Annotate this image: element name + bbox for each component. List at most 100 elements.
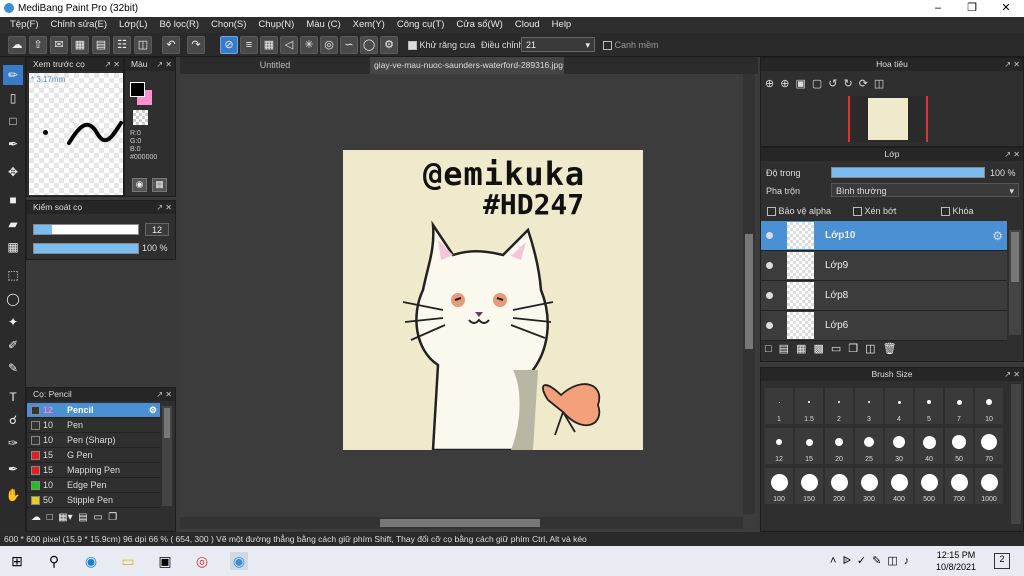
settings-icon[interactable]: ⚙	[380, 36, 398, 54]
gradient-tool-icon[interactable]: ▦	[3, 237, 23, 257]
brush-item-pen-sharp[interactable]: 10 Pen (Sharp)	[27, 433, 160, 448]
add-layer-menu-icon[interactable]: ▩	[813, 343, 830, 355]
clipping-toggle[interactable]: Xén bớt	[853, 206, 896, 217]
layer-row-6[interactable]: Lớp6	[761, 311, 1007, 341]
fit-window-icon[interactable]: ▣	[795, 78, 811, 90]
panel-controls-icon[interactable]: ↗ ✕	[156, 58, 172, 71]
brush-size-scrollbar[interactable]	[1011, 384, 1021, 524]
menu-help[interactable]: Help	[546, 17, 578, 33]
share-icon[interactable]: ⇧	[29, 36, 47, 54]
protect-alpha-toggle[interactable]: Bảo vệ alpha	[767, 206, 831, 217]
brush-item-g-pen[interactable]: 15 G Pen	[27, 448, 160, 463]
antialias-checkbox[interactable]	[408, 41, 417, 51]
visibility-icon[interactable]	[766, 322, 773, 329]
visibility-icon[interactable]	[766, 232, 773, 239]
lock-checkbox[interactable]	[941, 207, 950, 217]
page-icon[interactable]: ▤	[92, 36, 110, 54]
layer-row-10[interactable]: Lớp10 ⚙	[761, 221, 1007, 251]
menu-snap[interactable]: Chụp(N)	[252, 17, 300, 33]
new-8bit-layer-icon[interactable]: ▦	[796, 343, 813, 355]
snap-toggle[interactable]: Canh mềm	[603, 40, 659, 51]
network-icon[interactable]: ◫	[887, 555, 903, 567]
folder-icon[interactable]: ▭	[93, 512, 102, 523]
minimize-button[interactable]: –	[921, 0, 955, 17]
brush-size-20[interactable]: 20	[825, 428, 853, 464]
brush-item-mapping-pen[interactable]: 15 Mapping Pen	[27, 463, 160, 478]
dot-pen-tool-icon[interactable]: ✒	[3, 134, 23, 154]
menu-layer[interactable]: Lớp(L)	[113, 17, 153, 33]
close-button[interactable]: ✕	[989, 0, 1023, 17]
zoom-in-icon[interactable]: ⊕	[765, 78, 780, 90]
circle-snap-icon[interactable]: ◎	[320, 36, 338, 54]
store-icon[interactable]: ▣	[156, 552, 174, 570]
menu-select[interactable]: Chọn(S)	[205, 17, 252, 33]
antialias-toggle[interactable]: Khử răng cưa	[408, 40, 475, 51]
layer-row-9[interactable]: Lớp9	[761, 251, 1007, 281]
duplicate-layer-icon[interactable]: ❐	[848, 343, 865, 355]
panel-controls-icon[interactable]: ↗ ✕	[104, 58, 120, 71]
layer-opacity-slider[interactable]	[831, 167, 985, 178]
eyedropper-tool-icon[interactable]: ✑	[3, 433, 23, 453]
maximize-button[interactable]: ❐	[955, 0, 989, 17]
chrome-icon[interactable]: ◎	[193, 552, 211, 570]
menu-filter[interactable]: Bộ lọc(R)	[153, 17, 205, 33]
palette-icon[interactable]: ◉	[132, 178, 147, 192]
panel-controls-icon[interactable]: ↗ ✕	[1004, 58, 1020, 71]
reset-rotation-icon[interactable]: ⟳	[859, 78, 874, 90]
brush-tool-icon[interactable]: ✏	[3, 65, 23, 85]
brush-size-7[interactable]: 7	[945, 388, 973, 424]
tab-untitled[interactable]: Untitled	[240, 60, 310, 70]
new-halftone-layer-icon[interactable]: ▤	[779, 343, 796, 355]
brush-opacity-slider[interactable]	[33, 243, 139, 254]
cloud-download-icon[interactable]: ☁	[31, 512, 41, 523]
drawing-canvas[interactable]: @emikuka #HD247	[343, 150, 643, 450]
brush-size-150[interactable]: 150	[795, 468, 823, 504]
brush-size-slider[interactable]	[33, 224, 139, 235]
notification-button[interactable]: 2	[994, 553, 1010, 569]
foreground-color-swatch[interactable]	[130, 82, 145, 97]
bluetooth-icon[interactable]: ᐉ	[842, 555, 856, 567]
menu-color[interactable]: Màu (C)	[300, 17, 346, 33]
menu-tools[interactable]: Công cụ(T)	[391, 17, 451, 33]
panel-icon[interactable]: ◫	[134, 36, 152, 54]
flip-icon[interactable]: ◫	[874, 78, 890, 90]
brush-size-4[interactable]: 4	[885, 388, 913, 424]
cloud-icon[interactable]: ☁	[8, 36, 26, 54]
protect-alpha-checkbox[interactable]	[767, 207, 776, 217]
copy-brush-icon[interactable]: ▤	[78, 512, 87, 523]
brush-size-1000[interactable]: 1000	[975, 468, 1003, 504]
clipping-checkbox[interactable]	[853, 207, 862, 217]
new-layer-icon[interactable]: □	[765, 343, 779, 355]
move-tool-icon[interactable]: ✥	[3, 162, 23, 182]
curve-snap-icon[interactable]: ∽	[340, 36, 358, 54]
brush-size-400[interactable]: 400	[885, 468, 913, 504]
file-explorer-icon[interactable]: ▭	[119, 552, 137, 570]
zoom-fit-icon[interactable]: ⊕	[780, 78, 795, 90]
transparent-swatch[interactable]	[133, 110, 148, 125]
text-tool-icon[interactable]: T	[3, 387, 23, 407]
lasso-tool-icon[interactable]: ◯	[3, 289, 23, 309]
brush-item-stipple-pen[interactable]: 50 Stipple Pen	[27, 493, 160, 508]
brush-size-300[interactable]: 300	[855, 468, 883, 504]
brush-size-5[interactable]: 5	[915, 388, 943, 424]
eraser-tool-icon[interactable]: ▯	[3, 88, 23, 108]
new-brush-icon[interactable]: □	[47, 512, 53, 523]
brush-menu-icon[interactable]: ▦▾	[58, 512, 72, 523]
color-swap-icon[interactable]: ▦	[152, 178, 167, 192]
document-icon[interactable]: ▦	[71, 36, 89, 54]
windows-start-icon[interactable]: ⊞	[8, 552, 26, 570]
panel-controls-icon[interactable]: ↗ ✕	[1004, 368, 1020, 381]
clock[interactable]: 12:15 PM 10/8/2021	[934, 549, 978, 573]
visibility-icon[interactable]	[766, 262, 773, 269]
brush-size-500[interactable]: 500	[915, 468, 943, 504]
trash-icon[interactable]: 🗑	[883, 343, 904, 355]
volume-icon[interactable]: ♪	[904, 555, 916, 567]
layer-folder-icon[interactable]: ▭	[831, 343, 848, 355]
brush-size-value[interactable]: 12	[145, 223, 169, 236]
rotate-right-icon[interactable]: ↻	[843, 78, 858, 90]
gear-icon[interactable]: ⚙	[992, 229, 1003, 243]
vanish-snap-icon[interactable]: ◁	[280, 36, 298, 54]
brush-item-pencil[interactable]: 12 Pencil ⚙	[27, 403, 160, 418]
pick-tool-icon[interactable]: ✒	[3, 459, 23, 479]
blend-mode-dropdown[interactable]: Bình thường ▾	[831, 183, 1019, 197]
